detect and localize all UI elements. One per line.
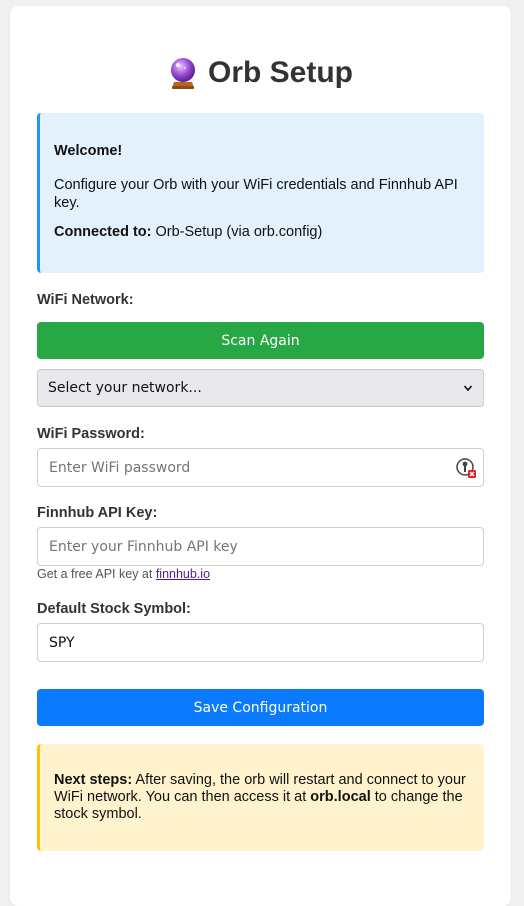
- page-title: Orb Setup: [10, 56, 511, 90]
- wifi-password-field[interactable]: Enter WiFi password: [37, 448, 484, 487]
- api-key-placeholder: Enter your Finnhub API key: [49, 538, 238, 555]
- stock-symbol-field[interactable]: SPY: [37, 623, 484, 662]
- page-title-text: Orb Setup: [207, 56, 353, 89]
- wifi-password-label: WiFi Password:: [37, 426, 145, 442]
- stock-symbol-value: SPY: [49, 634, 75, 651]
- connected-to-label: Connected to:: [54, 224, 152, 240]
- welcome-info-box: Welcome! Configure your Orb with your Wi…: [37, 113, 484, 273]
- finnhub-link[interactable]: finnhub.io: [156, 567, 210, 581]
- stock-symbol-label: Default Stock Symbol:: [37, 601, 191, 617]
- chevron-down-icon: [463, 385, 473, 392]
- setup-card: Orb Setup Welcome! Configure your Orb wi…: [10, 6, 511, 906]
- wifi-network-select[interactable]: Select your network...: [37, 369, 484, 407]
- welcome-description: Configure your Orb with your WiFi creden…: [54, 177, 458, 211]
- welcome-heading: Welcome!: [54, 143, 123, 159]
- api-key-label: Finnhub API Key:: [37, 505, 158, 521]
- scan-again-button[interactable]: Scan Again: [37, 322, 484, 359]
- wifi-network-label: WiFi Network:: [37, 292, 134, 308]
- password-manager-key-icon[interactable]: [455, 457, 477, 479]
- api-key-field[interactable]: Enter your Finnhub API key: [37, 527, 484, 566]
- next-steps-box: Next steps: After saving, the orb will r…: [37, 744, 484, 851]
- save-configuration-button[interactable]: Save Configuration: [37, 689, 484, 726]
- api-key-hint: Get a free API key at finnhub.io: [37, 567, 210, 581]
- wifi-password-placeholder: Enter WiFi password: [49, 459, 191, 476]
- next-steps-host: orb.local: [310, 789, 371, 805]
- crystal-ball-icon: [168, 56, 198, 90]
- api-key-hint-text: Get a free API key at: [37, 567, 153, 581]
- connected-to-value: Orb-Setup (via orb.config): [155, 224, 323, 240]
- connected-to-line: Connected to: Orb-Setup (via orb.config): [54, 224, 470, 240]
- wifi-network-select-value: Select your network...: [48, 380, 202, 396]
- next-steps-label: Next steps:: [54, 772, 133, 788]
